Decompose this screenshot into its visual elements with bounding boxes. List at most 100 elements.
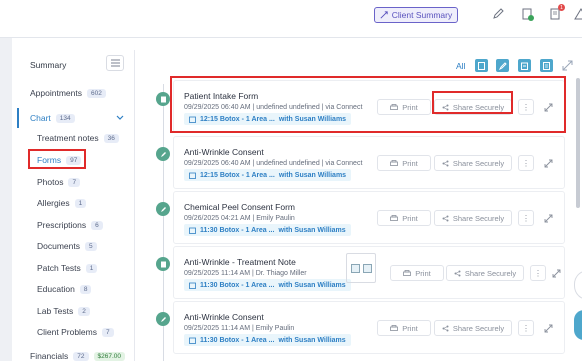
- sidebar-item-label: Appointments: [30, 88, 82, 98]
- appointment-practitioner: with Susan Williams: [278, 171, 347, 179]
- print-button[interactable]: Print: [377, 155, 431, 171]
- count-badge: 36: [103, 133, 119, 143]
- filter-document-icon[interactable]: [475, 59, 488, 72]
- expand-icon[interactable]: [548, 265, 564, 281]
- appointment-time: 11:30 Botox - 1 Area ...: [200, 226, 275, 234]
- left-strip: [0, 38, 12, 361]
- filter-all[interactable]: All: [456, 61, 465, 71]
- sidebar-item-prescriptions[interactable]: Prescriptions 6: [37, 220, 103, 230]
- entry-meta: 09/26/2025 04:21 AM | Emily Paulin: [184, 215, 295, 222]
- sidebar-item-education[interactable]: Education 8: [37, 284, 92, 294]
- print-label: Print: [402, 213, 418, 223]
- timeline-entry[interactable]: Chemical Peel Consent Form 09/26/2025 04…: [173, 191, 565, 244]
- sidebar-item-label: Patch Tests: [37, 263, 81, 273]
- count-badge: 7: [68, 177, 81, 187]
- share-securely-button[interactable]: Share Securely: [434, 320, 512, 336]
- timeline-entry[interactable]: Anti-Wrinkle Consent 09/25/2025 11:14 AM…: [173, 301, 565, 354]
- count-badge: 7: [102, 327, 114, 337]
- sidebar-item-label: Treatment notes: [37, 133, 99, 143]
- sidebar-item-treatment-notes[interactable]: Treatment notes 36: [37, 133, 119, 143]
- appointment-tag[interactable]: 11:30 Botox - 1 Area ... with Susan Will…: [184, 334, 351, 346]
- scrollbar[interactable]: [576, 78, 580, 208]
- sidebar-item-allergies[interactable]: Allergies 1: [37, 198, 87, 208]
- entry-title[interactable]: Anti-Wrinkle Consent: [184, 312, 264, 322]
- sidebar: Summary Appointments 602 Chart 134 Treat…: [17, 50, 135, 361]
- sidebar-item-label: Financials: [30, 351, 69, 361]
- sidebar-item-patch-tests[interactable]: Patch Tests 1: [37, 263, 98, 273]
- filter-clipboard-icon[interactable]: [518, 59, 531, 72]
- share-securely-button[interactable]: Share Securely: [434, 155, 512, 171]
- sidebar-item-label: Chart: [30, 113, 51, 123]
- pen-icon: [156, 312, 170, 326]
- summary-list-icon[interactable]: [106, 55, 124, 71]
- calendar-icon: [189, 172, 196, 179]
- share-label: Share Securely: [452, 323, 505, 333]
- sidebar-item-label: Photos: [37, 177, 64, 187]
- expand-icon[interactable]: [540, 155, 556, 171]
- printer-icon: [390, 324, 399, 331]
- broken-image-icon: [350, 263, 360, 273]
- clipboard-icon: [156, 257, 170, 271]
- expand-icon[interactable]: [540, 320, 556, 336]
- appointment-tag[interactable]: 11:30 Botox - 1 Area ... with Susan Will…: [184, 224, 351, 236]
- image-thumbnails[interactable]: [346, 253, 376, 283]
- filter-form-icon[interactable]: [540, 59, 553, 72]
- sidebar-item-label: Education: [37, 284, 75, 294]
- timeline-entry[interactable]: Anti-Wrinkle Consent 09/29/2025 06:40 AM…: [173, 136, 565, 189]
- print-label: Print: [402, 323, 418, 333]
- print-button[interactable]: Print: [377, 320, 431, 336]
- calendar-icon: [189, 227, 196, 234]
- sidebar-item-summary[interactable]: Summary: [30, 60, 66, 70]
- clipboard-check-icon[interactable]: [520, 7, 534, 21]
- sidebar-item-documents[interactable]: Documents 5: [37, 241, 97, 251]
- print-button[interactable]: Print: [377, 210, 431, 226]
- sidebar-item-financials[interactable]: Financials 72 $267.00: [30, 351, 126, 361]
- share-highlight-box: [432, 91, 513, 114]
- print-button[interactable]: Print: [390, 265, 444, 281]
- count-badge: 8: [79, 284, 92, 294]
- sparkle-icon: [380, 11, 388, 19]
- entry-title[interactable]: Anti-Wrinkle Consent: [184, 147, 264, 157]
- expand-all-icon[interactable]: [562, 60, 573, 71]
- sidebar-item-label: Allergies: [37, 198, 70, 208]
- share-icon: [442, 325, 449, 331]
- print-label: Print: [402, 158, 418, 168]
- forms-highlight-box: [28, 149, 86, 169]
- sidebar-item-label: Prescriptions: [37, 220, 87, 230]
- count-badge: 2: [78, 306, 90, 316]
- appointment-tag[interactable]: 12:15 Botox - 1 Area ... with Susan Will…: [184, 169, 352, 181]
- count-badge: 1: [74, 198, 87, 208]
- top-bar: Client Summary 1: [0, 0, 582, 38]
- sidebar-item-appointments[interactable]: Appointments 602: [30, 88, 106, 98]
- more-options-button[interactable]: ⋮: [530, 265, 546, 281]
- timeline-entry[interactable]: Anti-Wrinkle - Treatment Note 09/25/2025…: [173, 246, 565, 299]
- pen-icon: [156, 147, 170, 161]
- share-label: Share Securely: [464, 268, 517, 278]
- count-badge: 602: [86, 88, 106, 98]
- sidebar-item-lab-tests[interactable]: Lab Tests 2: [37, 306, 90, 316]
- more-options-button[interactable]: ⋮: [518, 320, 534, 336]
- share-securely-button[interactable]: Share Securely: [434, 210, 512, 226]
- alert-icon[interactable]: [574, 7, 582, 21]
- sidebar-item-chart[interactable]: Chart 134: [17, 108, 134, 128]
- floating-action-button[interactable]: [574, 310, 582, 340]
- entry-title[interactable]: Anti-Wrinkle - Treatment Note: [184, 257, 296, 267]
- edit-icon[interactable]: [491, 7, 505, 21]
- calendar-icon: [189, 282, 196, 289]
- filter-pen-icon[interactable]: [496, 59, 509, 72]
- calendar-icon: [189, 337, 196, 344]
- sidebar-item-label: Lab Tests: [37, 306, 74, 316]
- appointment-practitioner: with Susan Williams: [278, 281, 346, 289]
- more-options-button[interactable]: ⋮: [518, 210, 534, 226]
- sidebar-item-client-problems[interactable]: Client Problems 7: [37, 327, 114, 337]
- client-summary-button[interactable]: Client Summary: [374, 7, 458, 23]
- expand-icon[interactable]: [540, 210, 556, 226]
- share-label: Share Securely: [452, 213, 505, 223]
- count-badge: 5: [85, 241, 97, 251]
- more-options-button[interactable]: ⋮: [518, 155, 534, 171]
- sidebar-item-photos[interactable]: Photos 7: [37, 177, 81, 187]
- chevron-down-icon[interactable]: [116, 115, 124, 121]
- appointment-tag[interactable]: 11:30 Botox - 1 Area ... with Susan Will…: [184, 279, 351, 291]
- entry-title[interactable]: Chemical Peel Consent Form: [184, 202, 295, 212]
- share-securely-button[interactable]: Share Securely: [446, 265, 524, 281]
